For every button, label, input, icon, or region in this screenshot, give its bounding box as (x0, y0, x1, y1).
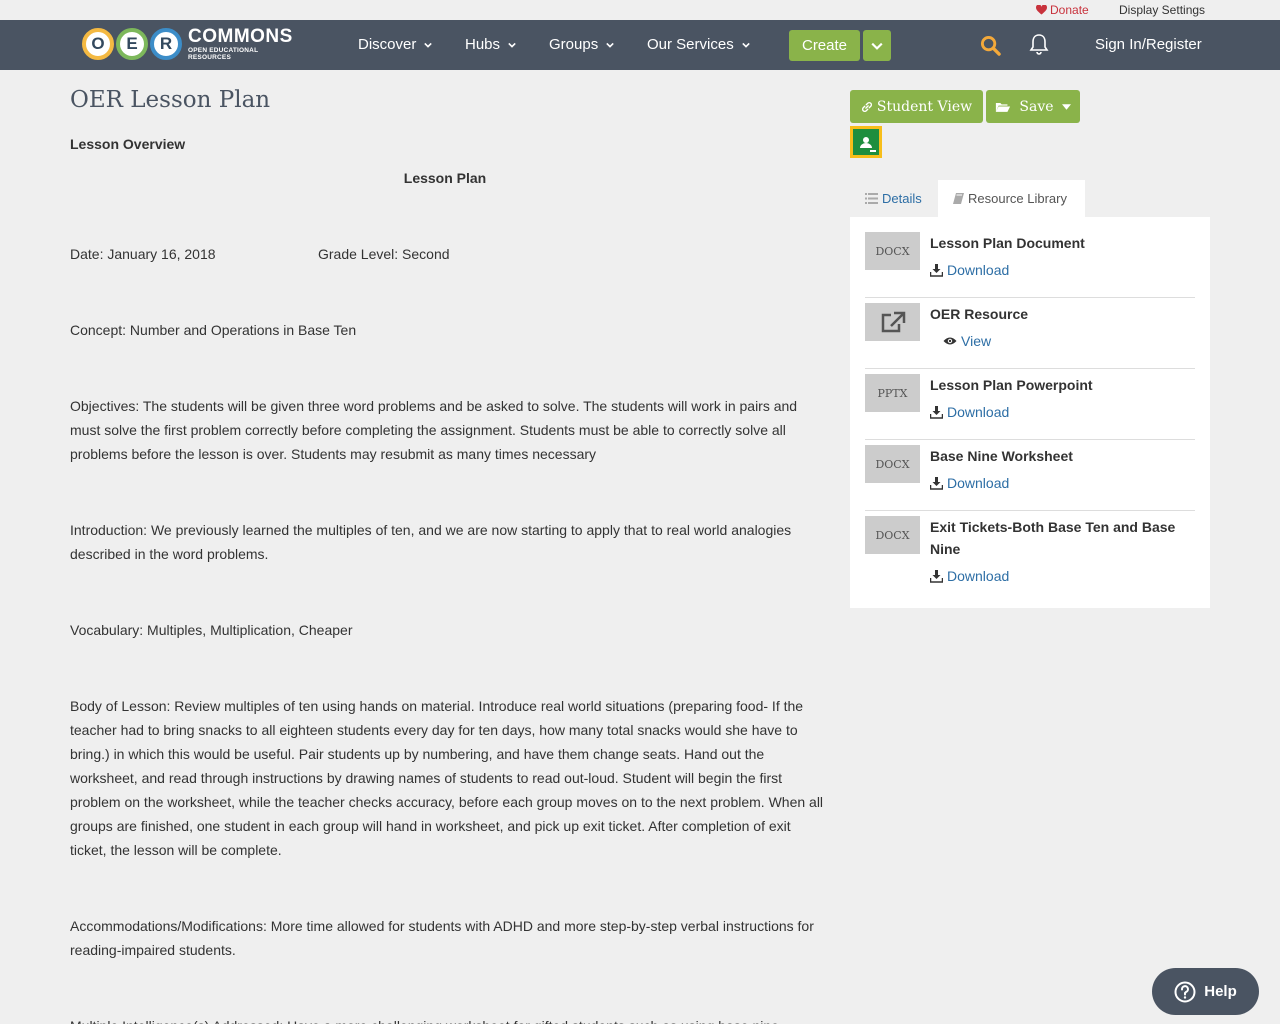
download-link[interactable]: Download (930, 404, 1009, 420)
nav-hubs[interactable]: Hubs (465, 36, 516, 53)
nav-groups-label: Groups (549, 36, 599, 53)
lesson-objectives: Objectives: The students will be given t… (70, 398, 798, 462)
tab-resource-library-label: Resource Library (968, 191, 1067, 206)
link-icon (861, 101, 872, 112)
create-button[interactable]: Create (789, 30, 860, 61)
google-classroom-button[interactable] (850, 126, 882, 158)
folder-open-icon (996, 102, 1011, 112)
download-label: Download (947, 262, 1010, 278)
logo-tagline: OPEN EDUCATIONAL RESOURCES (188, 47, 259, 61)
oer-commons-logo[interactable]: O E R COMMONS OPEN EDUCATIONAL RESOURCES (82, 25, 292, 63)
file-type-thumb: DOCX (865, 232, 920, 270)
divider (865, 439, 1195, 440)
download-link[interactable]: Download (930, 568, 1009, 584)
caret-down-icon (1061, 103, 1071, 110)
chevron-down-icon (508, 42, 516, 48)
resource-title[interactable]: Lesson Plan Powerpoint (930, 374, 1195, 396)
search-icon[interactable] (980, 35, 1001, 56)
divider (865, 510, 1195, 511)
signin-register-link[interactable]: Sign In/Register (1095, 36, 1202, 53)
logo-letter-e: E (116, 28, 148, 60)
lesson-plan-heading: Lesson Plan (403, 170, 487, 186)
view-label: View (961, 333, 992, 349)
nav-hubs-label: Hubs (465, 36, 501, 53)
lesson-accommodations: Accommodations/Modifications: More time … (70, 918, 814, 958)
main-navbar: O E R COMMONS OPEN EDUCATIONAL RESOURCES… (0, 20, 1280, 70)
download-icon (930, 569, 943, 583)
logo-name: COMMONS (188, 26, 293, 47)
book-icon (953, 193, 964, 204)
download-label: Download (947, 404, 1010, 420)
lesson-content: Lesson Overview Lesson Plan Date: Januar… (70, 132, 825, 1024)
lesson-intelligences: Multiple Intelligence(s) Addressed: Have… (70, 1014, 825, 1024)
download-icon (930, 405, 943, 419)
resource-title[interactable]: Base Nine Worksheet (930, 445, 1195, 467)
donate-link[interactable]: Donate (1036, 3, 1089, 17)
eye-icon (943, 337, 957, 345)
heart-icon (1036, 5, 1047, 15)
utility-bar: Donate Display Settings (0, 0, 1280, 20)
divider (865, 368, 1195, 369)
google-classroom-icon (853, 129, 879, 155)
donate-label: Donate (1050, 3, 1089, 17)
lesson-overview-heading: Lesson Overview (70, 136, 186, 152)
save-label: Save (1019, 98, 1054, 115)
help-label: Help (1204, 983, 1237, 1000)
download-icon (930, 476, 943, 490)
file-type-thumb: PPTX (865, 374, 920, 412)
grade-level: Grade Level: Second (318, 246, 450, 262)
nav-our-services[interactable]: Our Services (647, 36, 750, 53)
student-view-button[interactable]: Student View (850, 90, 983, 123)
lesson-vocabulary: Vocabulary: Multiples, Multiplication, C… (70, 622, 353, 638)
external-link-icon (881, 311, 905, 333)
file-type-thumb: DOCX (865, 516, 920, 554)
save-button[interactable]: Save (986, 90, 1080, 123)
display-settings-link[interactable]: Display Settings (1119, 3, 1205, 17)
nav-groups[interactable]: Groups (549, 36, 614, 53)
lesson-concept: Concept: Number and Operations in Base T… (70, 322, 357, 338)
logo-letter-r: R (150, 28, 182, 60)
chevron-down-icon (606, 42, 614, 48)
view-link[interactable]: View (943, 333, 991, 349)
file-type-thumb: DOCX (865, 445, 920, 483)
chevron-down-icon (741, 42, 750, 48)
question-circle-icon (1174, 981, 1196, 1002)
download-link[interactable]: Download (930, 262, 1009, 278)
external-link-thumb (865, 303, 920, 341)
download-link[interactable]: Download (930, 475, 1009, 491)
nav-our-services-label: Our Services (647, 36, 734, 53)
lesson-date: Date: January 16, 2018 (70, 246, 216, 262)
resource-title[interactable]: OER Resource (930, 303, 1195, 325)
create-dropdown-button[interactable] (863, 30, 891, 61)
download-icon (930, 263, 943, 277)
logo-letter-o: O (82, 28, 114, 60)
resource-title[interactable]: Exit Tickets-Both Base Ten and Base Nine (930, 516, 1195, 560)
sidebar-tabs: Details Resource Library (850, 180, 1085, 217)
page-title: OER Lesson Plan (70, 87, 271, 113)
date-grade-row: Date: January 16, 2018 Grade Level: Seco… (70, 242, 825, 266)
tab-resource-library[interactable]: Resource Library (938, 180, 1085, 217)
download-label: Download (947, 568, 1010, 584)
student-view-label: Student View (876, 98, 973, 115)
resource-title[interactable]: Lesson Plan Document (930, 232, 1195, 254)
list-icon (865, 193, 878, 204)
bell-icon[interactable] (1029, 33, 1049, 55)
lesson-body: Body of Lesson: Review multiples of ten … (70, 698, 824, 858)
nav-discover-label: Discover (358, 36, 417, 53)
chevron-down-icon (424, 42, 433, 48)
tab-details[interactable]: Details (850, 180, 938, 217)
help-button[interactable]: Help (1152, 968, 1259, 1015)
chevron-down-icon (871, 42, 883, 50)
download-label: Download (947, 475, 1010, 491)
nav-discover[interactable]: Discover (358, 36, 433, 53)
resource-library-panel: DOCX Lesson Plan Document Download OER R… (850, 217, 1210, 608)
lesson-introduction: Introduction: We previously learned the … (70, 522, 792, 562)
tab-details-label: Details (882, 191, 922, 206)
divider (865, 297, 1195, 298)
